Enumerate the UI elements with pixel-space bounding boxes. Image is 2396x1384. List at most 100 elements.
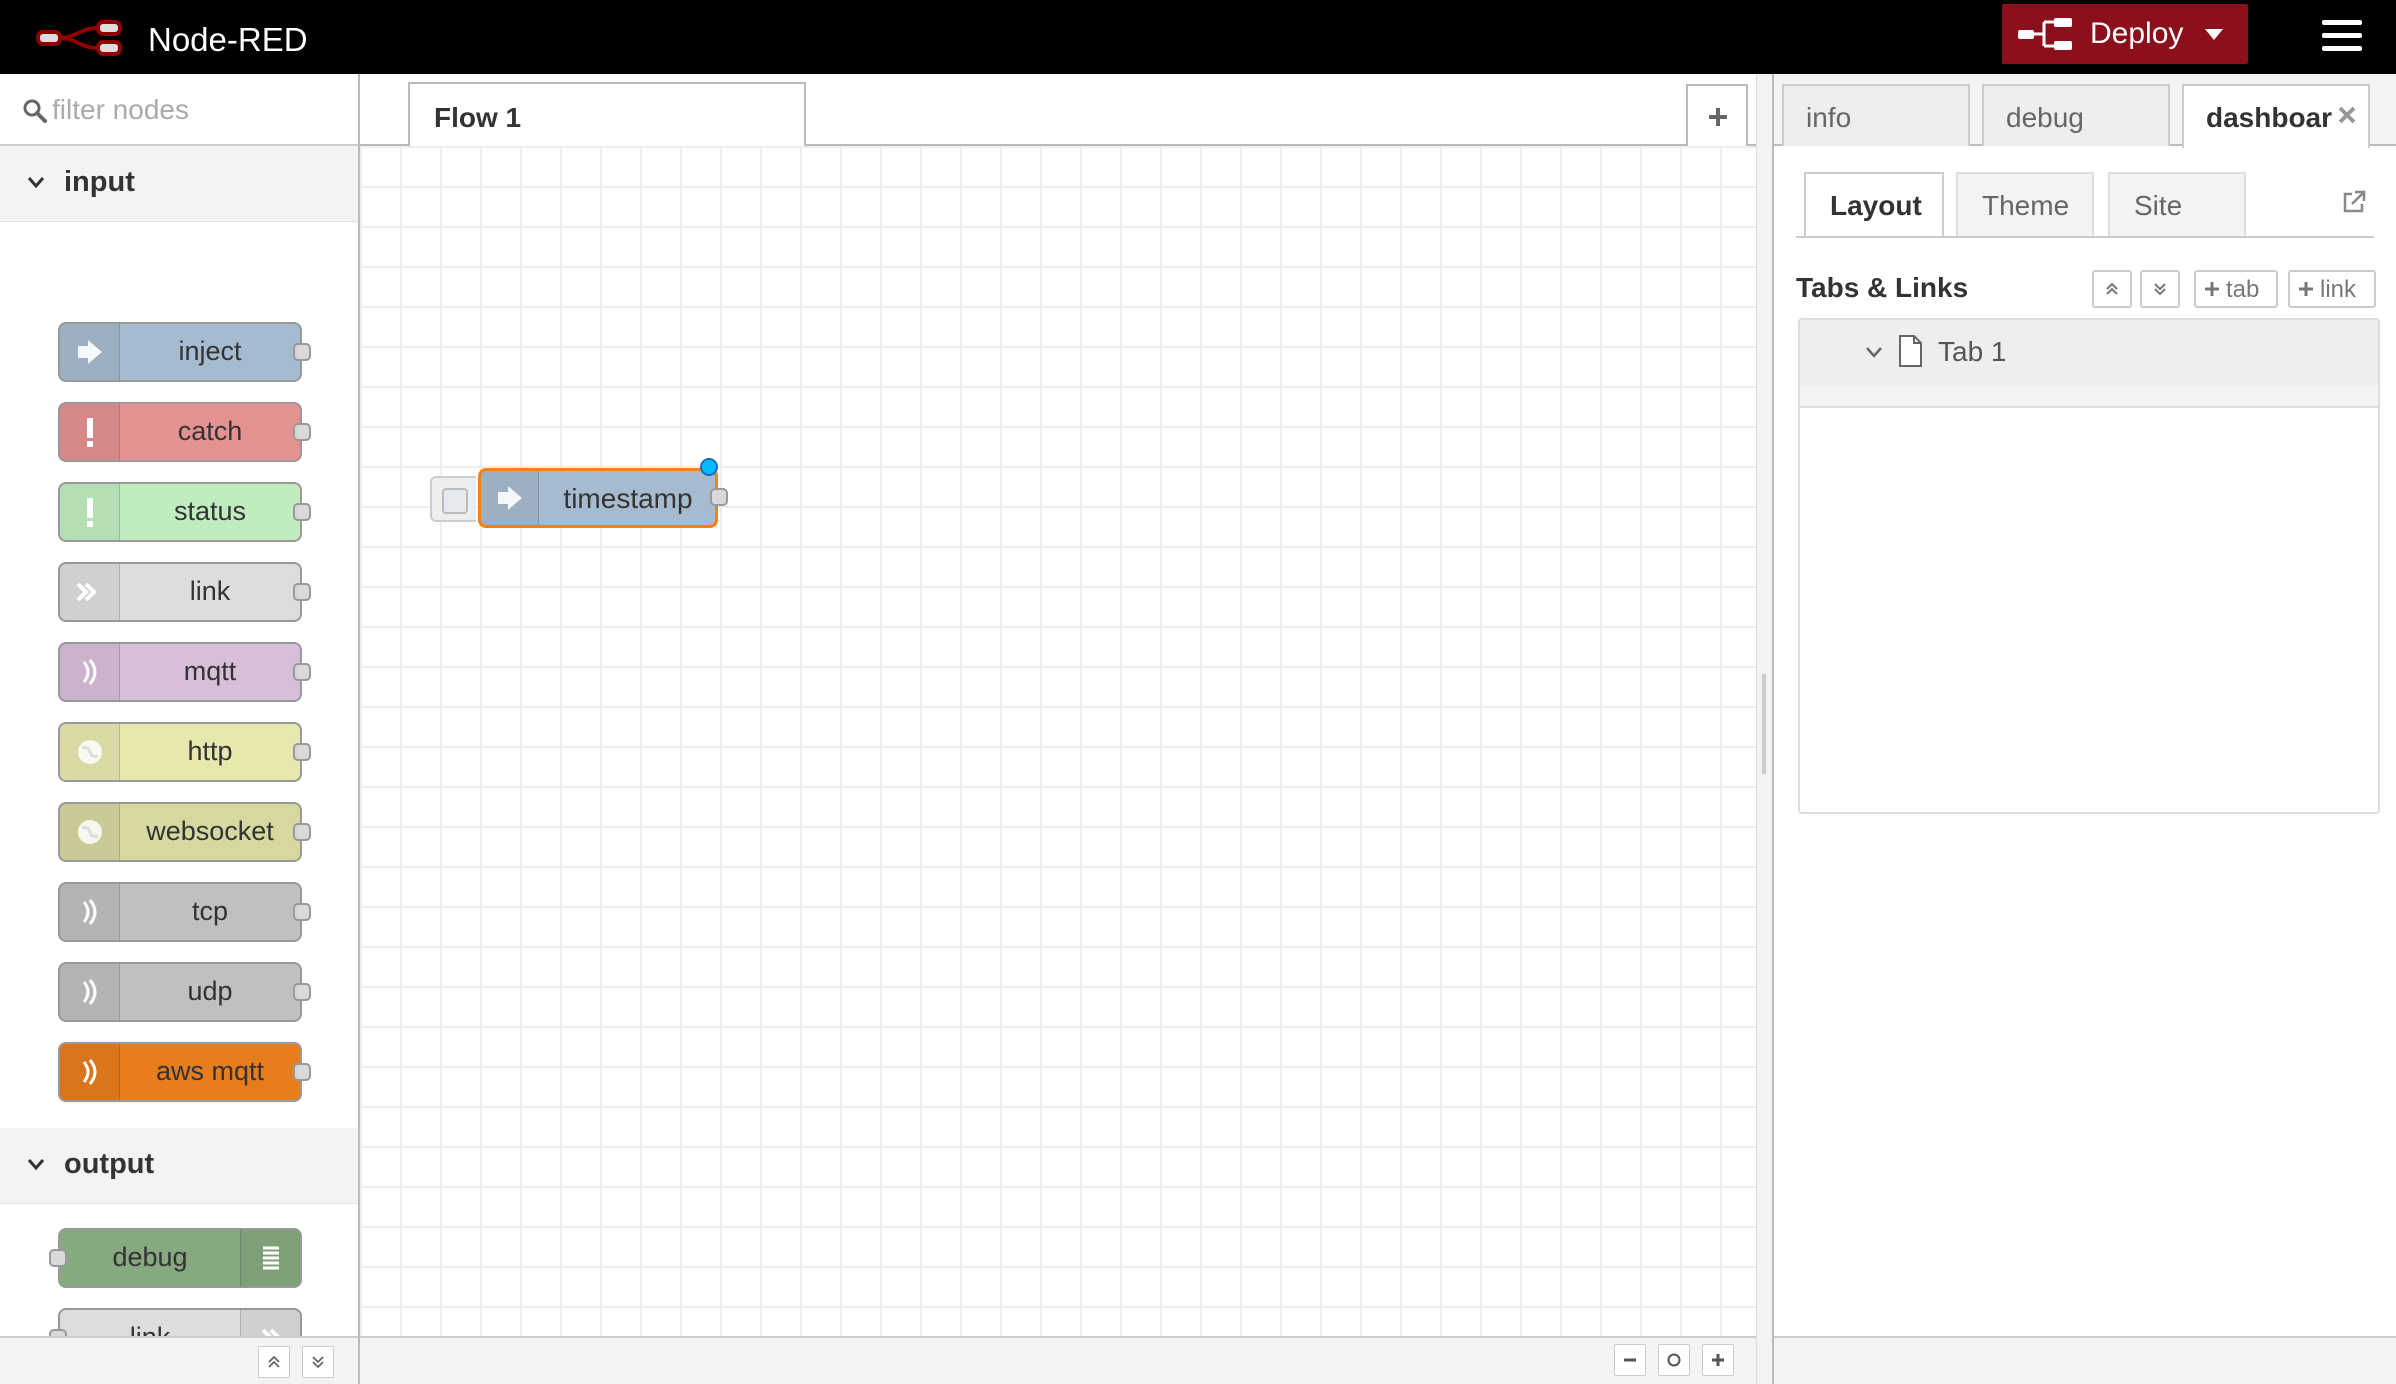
hamburger-menu-icon[interactable] bbox=[2322, 20, 2362, 54]
expand-all-button[interactable] bbox=[302, 1346, 334, 1378]
tab-dashboard[interactable]: dashboar bbox=[2182, 84, 2370, 148]
palette-node-debug[interactable]: debug bbox=[49, 1228, 302, 1288]
palette-node-udp-in[interactable]: udp bbox=[58, 962, 311, 1022]
palette-node-label: websocket bbox=[146, 816, 274, 846]
tab-debug[interactable]: debug bbox=[1982, 84, 2170, 146]
category-label: input bbox=[64, 166, 135, 198]
circle-icon bbox=[1667, 1353, 1681, 1367]
output-port[interactable] bbox=[293, 743, 311, 761]
add-flow-button[interactable] bbox=[1686, 84, 1748, 146]
double-chevron-up-icon bbox=[2106, 282, 2118, 295]
tab-site[interactable]: Site bbox=[2108, 172, 2246, 238]
bridge-icon bbox=[82, 979, 97, 1005]
category-header-output[interactable]: output bbox=[0, 1128, 358, 1204]
deploy-label: Deploy bbox=[2090, 17, 2184, 50]
alert-icon bbox=[87, 498, 93, 527]
search-icon bbox=[23, 99, 47, 123]
sidebar: info debug dashboar Layout Theme Site Ta… bbox=[1772, 74, 2396, 1384]
chevron-down-icon[interactable] bbox=[1864, 345, 1884, 359]
zoom-reset-button[interactable] bbox=[1658, 1344, 1690, 1376]
tab-layout[interactable]: Layout bbox=[1804, 172, 1944, 238]
sidebar-tabs: info debug dashboar bbox=[1774, 74, 2396, 148]
palette-node-link-out[interactable]: link bbox=[49, 1308, 302, 1336]
output-port[interactable] bbox=[293, 583, 311, 601]
chevron-down-icon bbox=[27, 177, 45, 189]
palette-categories: input inject catch status link mqtt http… bbox=[0, 146, 358, 1336]
subtabs-divider bbox=[1796, 236, 2374, 238]
output-port[interactable] bbox=[293, 663, 311, 681]
palette-node-http-in[interactable]: http bbox=[58, 722, 311, 782]
bridge-icon bbox=[82, 659, 97, 685]
link-in-icon bbox=[76, 582, 97, 602]
zoom-in-button[interactable] bbox=[1702, 1344, 1734, 1376]
bridge-icon bbox=[82, 899, 97, 925]
palette-node-mqtt-in[interactable]: mqtt bbox=[58, 642, 311, 702]
output-port[interactable] bbox=[293, 503, 311, 521]
tab-label: Site bbox=[2134, 190, 2183, 221]
inject-trigger-button[interactable] bbox=[430, 476, 476, 522]
add-link-button[interactable]: link bbox=[2288, 270, 2376, 308]
link-out-icon bbox=[261, 1328, 280, 1336]
palette-node-tcp-in[interactable]: tcp bbox=[58, 882, 311, 942]
sidebar-splitter[interactable] bbox=[1756, 74, 1772, 1384]
palette-search bbox=[0, 74, 358, 146]
collapse-all-button[interactable] bbox=[258, 1346, 290, 1378]
palette-node-label: mqtt bbox=[183, 656, 237, 686]
palette-node-catch[interactable]: catch bbox=[58, 402, 311, 462]
category-header-input[interactable]: input bbox=[0, 146, 358, 222]
close-icon[interactable] bbox=[2336, 104, 2358, 126]
deploy-button[interactable]: Deploy bbox=[2002, 4, 2248, 64]
palette-node-label: catch bbox=[177, 416, 243, 446]
output-port[interactable] bbox=[293, 1063, 311, 1081]
globe-icon bbox=[78, 820, 102, 844]
workspace-footer bbox=[360, 1336, 1756, 1384]
palette-node-status[interactable]: status bbox=[58, 482, 311, 542]
expand-tabs-button[interactable] bbox=[2140, 270, 2180, 308]
output-port[interactable] bbox=[710, 488, 728, 506]
output-port[interactable] bbox=[293, 423, 311, 441]
output-port[interactable] bbox=[293, 823, 311, 841]
filter-nodes-input[interactable] bbox=[52, 88, 342, 132]
tab-flow-1[interactable]: Flow 1 bbox=[408, 82, 806, 148]
zoom-out-button[interactable] bbox=[1614, 1344, 1646, 1376]
flow-canvas[interactable]: timestamp bbox=[360, 146, 1756, 1336]
tab-theme[interactable]: Theme bbox=[1956, 172, 2094, 238]
header-bar: Node-RED Deploy bbox=[0, 0, 2396, 74]
output-port[interactable] bbox=[293, 983, 311, 1001]
add-tab-button[interactable]: tab bbox=[2194, 270, 2278, 308]
palette-node-inject[interactable]: inject bbox=[58, 322, 311, 382]
globe-icon bbox=[78, 740, 102, 764]
palette-node-label: http bbox=[187, 736, 233, 766]
external-link-icon[interactable] bbox=[2340, 188, 2368, 216]
list-item-tab-1[interactable]: Tab 1 bbox=[1800, 320, 2378, 386]
plus-icon bbox=[1709, 108, 1727, 126]
tab-label: Flow 1 bbox=[434, 102, 522, 133]
tab-label: info bbox=[1806, 102, 1852, 133]
bridge-icon bbox=[82, 1059, 97, 1085]
tab-groups-area bbox=[1800, 386, 2378, 408]
double-chevron-up-icon bbox=[268, 1355, 280, 1368]
palette-node-label: link bbox=[60, 1322, 240, 1336]
flow-node-timestamp[interactable]: timestamp bbox=[478, 468, 718, 528]
sidebar-footer bbox=[1774, 1336, 2396, 1384]
tab-label: dashboar bbox=[2206, 102, 2333, 133]
plus-icon bbox=[2205, 282, 2219, 296]
category-label: output bbox=[64, 1148, 155, 1180]
palette-node-aws-mqtt[interactable]: aws mqtt bbox=[58, 1042, 311, 1102]
palette-node-link-in[interactable]: link bbox=[58, 562, 311, 622]
alert-icon bbox=[87, 418, 93, 447]
flow-node-label: timestamp bbox=[563, 483, 693, 514]
palette-node-websocket-in[interactable]: websocket bbox=[58, 802, 311, 862]
chevron-down-icon bbox=[27, 1159, 45, 1171]
add-tab-label: tab bbox=[2226, 276, 2260, 303]
collapse-tabs-button[interactable] bbox=[2092, 270, 2132, 308]
output-port[interactable] bbox=[293, 903, 311, 921]
app-title: Node-RED bbox=[148, 21, 308, 58]
tab-label: Layout bbox=[1830, 190, 1922, 221]
file-icon bbox=[1899, 335, 1922, 367]
workspace: Flow 1 timestamp bbox=[360, 74, 1756, 1384]
output-port[interactable] bbox=[293, 343, 311, 361]
tab-info[interactable]: info bbox=[1782, 84, 1970, 146]
palette-footer bbox=[0, 1336, 358, 1384]
deploy-dropdown-caret-icon[interactable] bbox=[2205, 28, 2224, 40]
